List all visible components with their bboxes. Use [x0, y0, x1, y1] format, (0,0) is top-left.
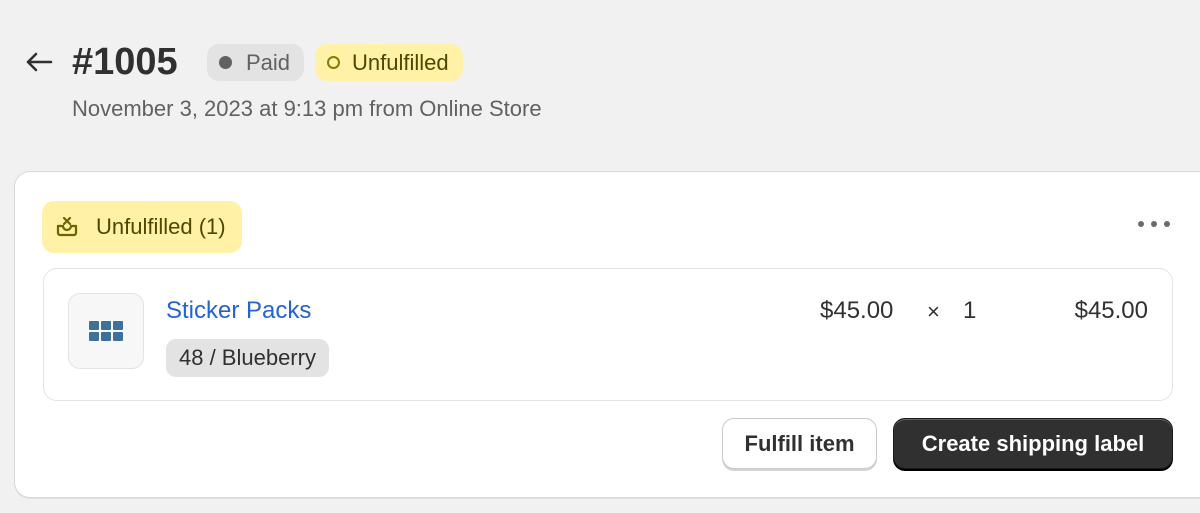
line-item: Sticker Packs 48 / Blueberry $45.00 × 1 …: [43, 268, 1173, 401]
create-shipping-label-button[interactable]: Create shipping label: [893, 418, 1173, 469]
order-subtitle: November 3, 2023 at 9:13 pm from Online …: [72, 96, 542, 121]
status-pill-label: Unfulfilled (1): [96, 214, 226, 239]
paid-dot-icon: [219, 56, 232, 69]
payment-status-badge: Paid: [207, 44, 305, 81]
product-thumbnail[interactable]: [68, 293, 144, 369]
more-actions-button[interactable]: [1138, 214, 1170, 234]
multiply-sign: ×: [927, 299, 940, 324]
arrow-left-icon: [26, 52, 53, 72]
variant-tag: 48 / Blueberry: [166, 339, 329, 377]
fulfill-item-button[interactable]: Fulfill item: [722, 418, 877, 469]
unfulfilled-status-pill: Unfulfilled (1): [42, 201, 242, 253]
back-button[interactable]: [24, 50, 54, 74]
unit-price: $45.00: [820, 297, 894, 324]
quantity: 1: [963, 297, 977, 324]
unfulfilled-box-icon: [56, 216, 78, 237]
payment-status-label: Paid: [246, 49, 291, 75]
fulfillment-card: Unfulfilled (1) Sticker Packs 48 / Blueb…: [14, 171, 1200, 498]
product-name-link[interactable]: Sticker Packs: [166, 297, 311, 325]
line-total: $45.00: [1074, 297, 1148, 324]
sticker-sheet-icon: [89, 321, 123, 341]
fulfillment-status-badge: Unfulfilled: [315, 44, 463, 81]
more-horizontal-icon: [1138, 221, 1144, 227]
unfulfilled-ring-icon: [327, 56, 340, 69]
order-number: #1005: [72, 41, 178, 83]
fulfillment-status-label: Unfulfilled: [352, 49, 449, 75]
